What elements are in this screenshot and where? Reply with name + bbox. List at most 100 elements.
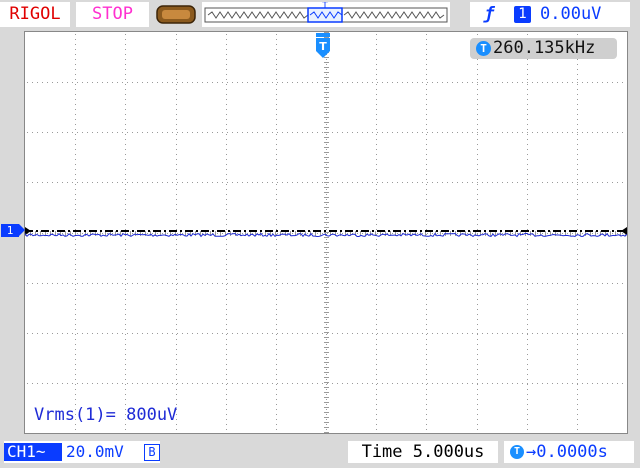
- grid-dot: [87, 283, 88, 284]
- grid-dot: [125, 214, 126, 215]
- grid-dot: [207, 182, 208, 183]
- grid-dot: [287, 82, 288, 83]
- trigger-delay[interactable]: T →0.0000s: [504, 441, 634, 463]
- grid-dot: [602, 383, 603, 384]
- grid-dot: [57, 132, 58, 133]
- grid-dot: [527, 394, 528, 395]
- grid-dot: [527, 189, 528, 190]
- grid-dot: [376, 244, 377, 245]
- center-tick: [324, 277, 329, 278]
- grid-dot: [477, 384, 478, 385]
- grid-dot: [392, 383, 393, 384]
- grid-dot: [172, 333, 173, 334]
- grid-dot: [352, 182, 353, 183]
- grid-dot: [297, 383, 298, 384]
- grid-dot: [37, 132, 38, 133]
- grid-dot: [276, 249, 277, 250]
- run-stop-status[interactable]: STOP: [76, 2, 149, 27]
- grid-dot: [262, 383, 263, 384]
- grid-dot: [127, 132, 128, 133]
- grid-dot: [426, 284, 427, 285]
- grid-dot: [142, 383, 143, 384]
- grid-dot: [357, 132, 358, 133]
- waveform-display[interactable]: [24, 31, 628, 434]
- grid-dot: [177, 383, 178, 384]
- grid-dot: [612, 383, 613, 384]
- grid-dot: [292, 182, 293, 183]
- grid-dot: [227, 333, 228, 334]
- grid-dot: [102, 132, 103, 133]
- grid-dot: [376, 209, 377, 210]
- grid-dot: [176, 279, 177, 280]
- grid-dot: [347, 132, 348, 133]
- grid-dot: [376, 289, 377, 290]
- grid-dot: [117, 82, 118, 83]
- grid-dot: [87, 233, 88, 234]
- grid-dot: [477, 344, 478, 345]
- grid-dot: [226, 244, 227, 245]
- grid-dot: [372, 233, 373, 234]
- grid-dot: [75, 99, 76, 100]
- grid-dot: [527, 364, 528, 365]
- grid-dot: [125, 344, 126, 345]
- grid-dot: [152, 233, 153, 234]
- grid-dot: [376, 424, 377, 425]
- grid-dot: [426, 169, 427, 170]
- trigger-source-badge: 1: [514, 6, 531, 23]
- grid-dot: [527, 184, 528, 185]
- grid-dot: [527, 304, 528, 305]
- grid-dot: [125, 44, 126, 45]
- ac-coupling-icon: ~: [35, 442, 46, 461]
- grid-dot: [557, 383, 558, 384]
- grid-dot: [317, 383, 318, 384]
- grid-dot: [252, 383, 253, 384]
- grid-dot: [177, 82, 178, 83]
- grid-dot: [212, 182, 213, 183]
- grid-dot: [177, 182, 178, 183]
- grid-dot: [326, 424, 327, 425]
- grid-dot: [226, 144, 227, 145]
- grid-dot: [172, 132, 173, 133]
- grid-dot: [176, 84, 177, 85]
- grid-dot: [176, 109, 177, 110]
- grid-dot: [452, 383, 453, 384]
- grid-dot: [92, 182, 93, 183]
- grid-dot: [262, 233, 263, 234]
- channel1-offset-marker[interactable]: 1: [1, 224, 25, 237]
- grid-dot: [75, 184, 76, 185]
- grid-dot: [327, 233, 328, 234]
- grid-dot: [577, 394, 578, 395]
- grid-dot: [252, 333, 253, 334]
- grid-dot: [217, 82, 218, 83]
- grid-dot: [176, 334, 177, 335]
- grid-dot: [27, 333, 28, 334]
- grid-dot: [226, 214, 227, 215]
- grid-dot: [426, 224, 427, 225]
- grid-dot: [527, 209, 528, 210]
- trigger-setting[interactable]: ƒ 1 0.00uV: [470, 2, 630, 27]
- grid-dot: [276, 159, 277, 160]
- grid-dot: [176, 389, 177, 390]
- grid-dot: [392, 182, 393, 183]
- grid-dot: [172, 383, 173, 384]
- grid-dot: [287, 383, 288, 384]
- grid-dot: [267, 82, 268, 83]
- timebase-setting[interactable]: Time 5.000us: [348, 441, 498, 463]
- brand-logo: RIGOL: [0, 2, 70, 27]
- grid-dot: [202, 283, 203, 284]
- grid-dot: [75, 34, 76, 35]
- grid-dot: [125, 194, 126, 195]
- grid-dot: [276, 324, 277, 325]
- grid-dot: [517, 283, 518, 284]
- grid-dot: [176, 239, 177, 240]
- grid-dot: [492, 283, 493, 284]
- channel1-settings[interactable]: CH1~ 20.0mV B: [4, 441, 160, 463]
- grid-dot: [82, 132, 83, 133]
- grid-dot: [125, 229, 126, 230]
- grid-dot: [452, 182, 453, 183]
- center-tick: [324, 172, 329, 173]
- trigger-position-marker[interactable]: T: [315, 33, 331, 59]
- grid-dot: [527, 179, 528, 180]
- grid-dot: [547, 132, 548, 133]
- grid-dot: [147, 383, 148, 384]
